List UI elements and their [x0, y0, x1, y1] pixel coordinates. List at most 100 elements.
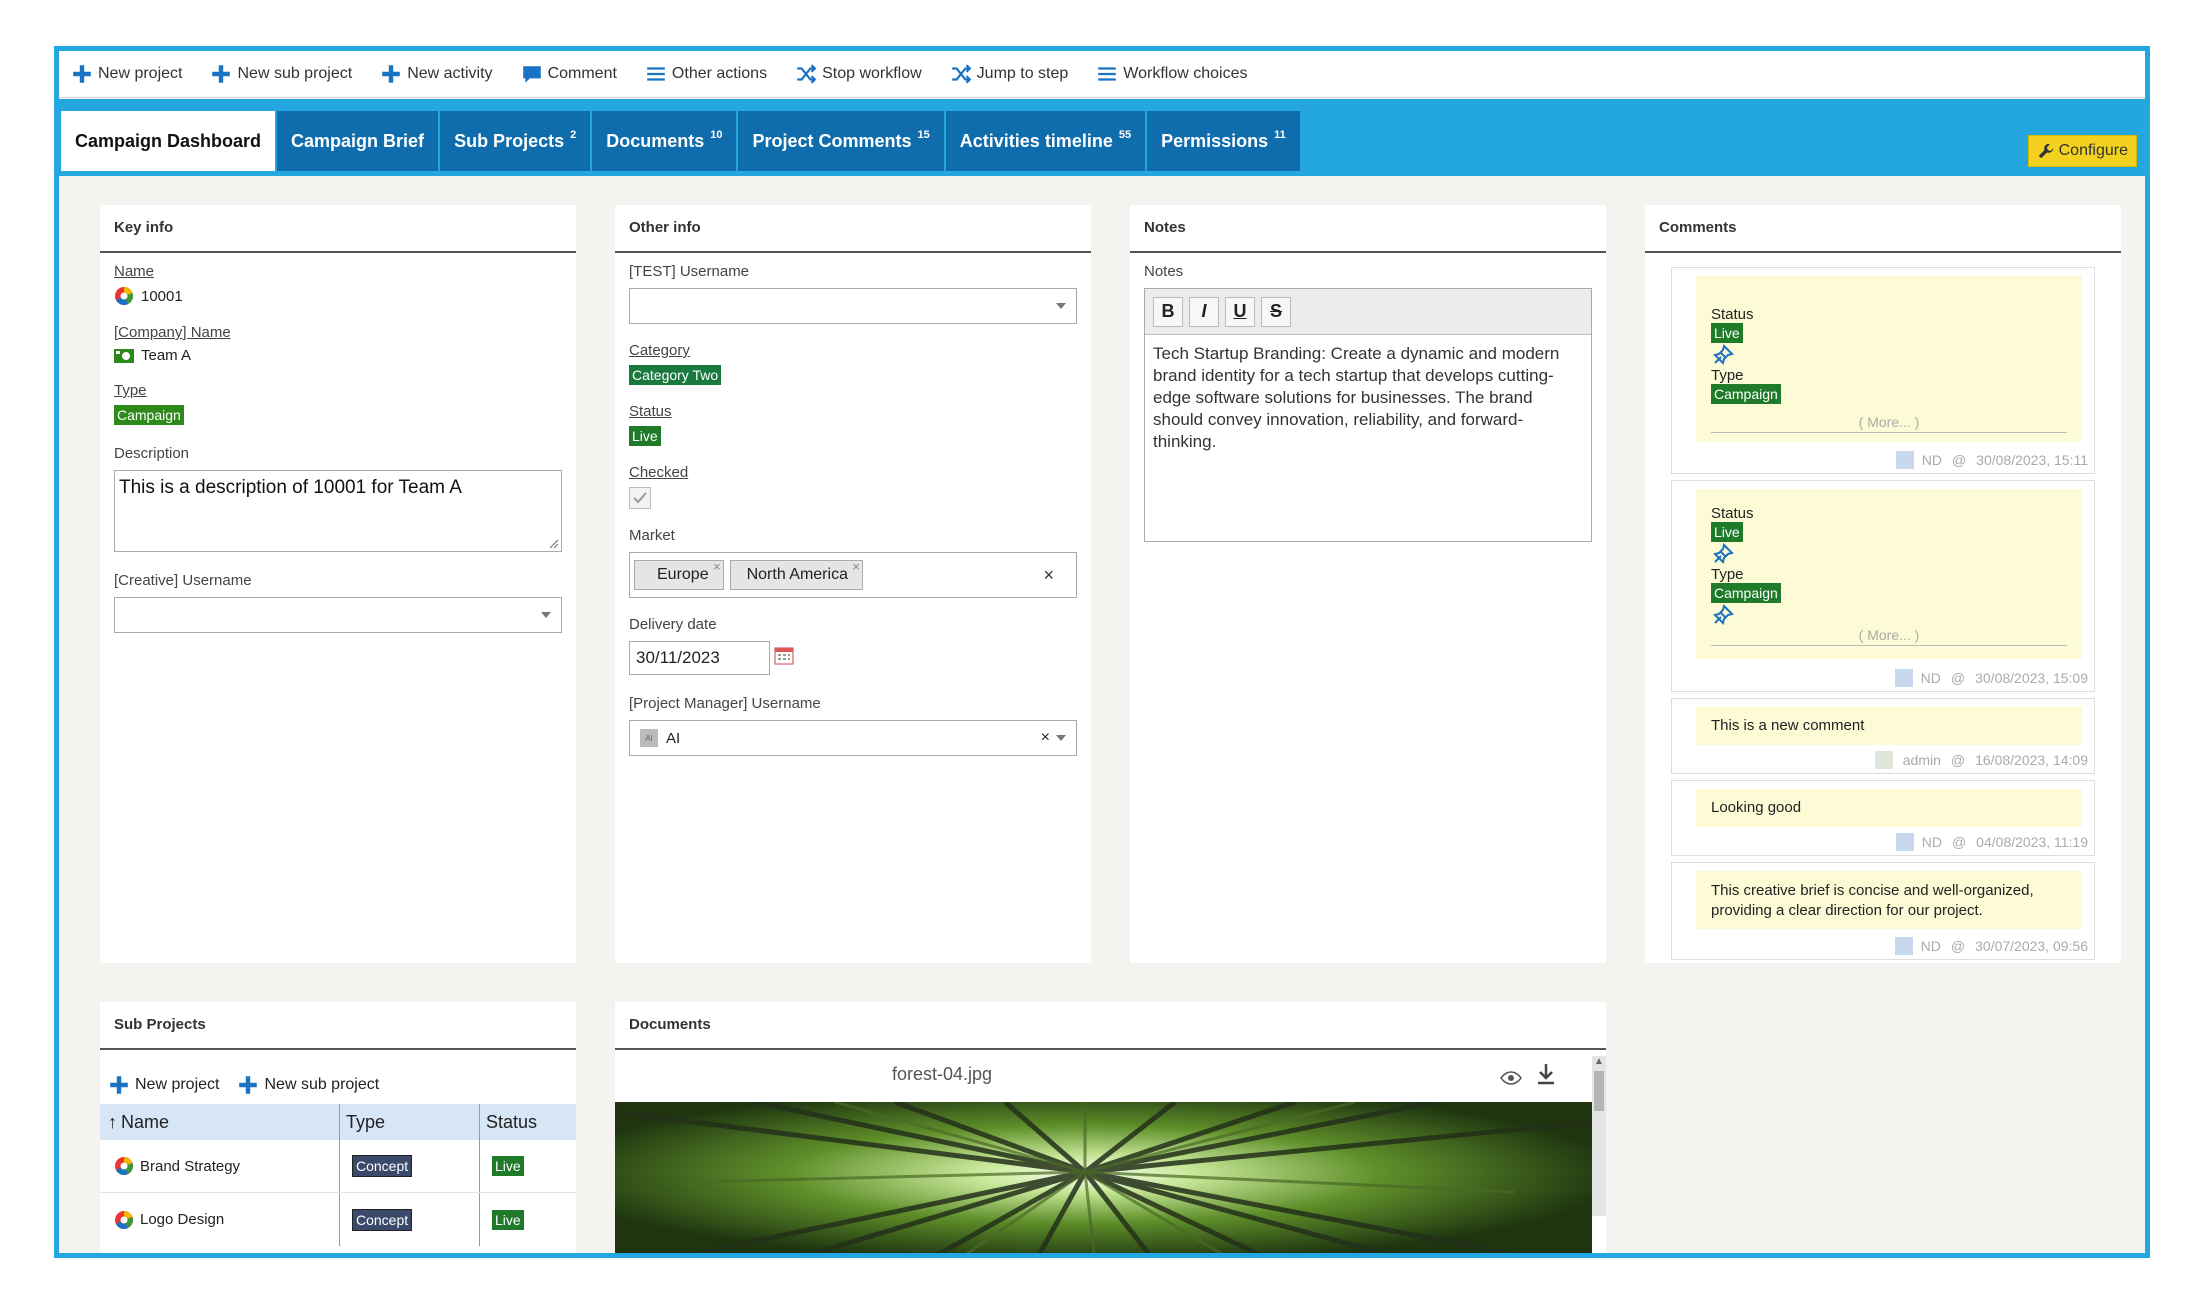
column-header-type[interactable]: Type [340, 1104, 480, 1140]
tab-documents[interactable]: Documents 10 [592, 111, 737, 171]
category-value: Category Two [629, 365, 1077, 385]
type-label[interactable]: Type [114, 382, 562, 399]
scroll-up-icon[interactable]: ▲ [1592, 1056, 1606, 1067]
more-link[interactable]: ( More... ) [1711, 627, 2067, 646]
stop-workflow-button[interactable]: Stop workflow [795, 63, 922, 85]
document-filename[interactable]: forest-04.jpg [892, 1064, 992, 1085]
pin-icon[interactable] [1711, 542, 1735, 566]
workflow-choices-label: Workflow choices [1123, 65, 1248, 82]
resize-handle-icon[interactable] [547, 537, 559, 549]
company-icon [114, 348, 134, 363]
delivery-date-input[interactable]: 30/11/2023 [629, 641, 770, 675]
checked-label[interactable]: Checked [629, 464, 1077, 481]
tab-campaign-dashboard[interactable]: Campaign Dashboard [61, 111, 276, 171]
table-row[interactable]: Logo Design Concept Live [100, 1193, 576, 1246]
avatar: AI [640, 729, 658, 747]
calendar-icon[interactable] [774, 645, 794, 665]
eye-icon[interactable] [1499, 1066, 1523, 1090]
market-multiselect[interactable]: Europe × North America × × [629, 552, 1077, 598]
clear-icon[interactable]: × [1041, 729, 1050, 747]
plus-icon [237, 1074, 259, 1096]
document-header: forest-04.jpg ▲ [615, 1050, 1606, 1216]
strikethrough-button[interactable]: S [1261, 296, 1291, 327]
document-preview-image [615, 1102, 1592, 1253]
company-label[interactable]: [Company] Name [114, 324, 562, 341]
table-header: ↑ Name Type Status [100, 1104, 576, 1140]
new-sub-project-button[interactable]: New sub project [210, 63, 352, 85]
name-value: 10001 [114, 286, 562, 306]
column-header-status[interactable]: Status [480, 1104, 576, 1140]
new-project-button[interactable]: New project [71, 63, 182, 85]
comment-status-label: Status [1711, 505, 1754, 522]
bold-button[interactable]: B [1153, 296, 1183, 327]
project-manager-select[interactable]: AI AI × [629, 720, 1077, 756]
comment-item: Looking good ND @04/08/2023, 11:19 [1671, 780, 2095, 856]
scrollbar-thumb[interactable] [1594, 1071, 1604, 1111]
tab-project-comments[interactable]: Project Comments 15 [738, 111, 944, 171]
tab-label: Project Comments [752, 130, 912, 151]
comment-bubble: Status Live Type Campaign ( More... ) [1696, 489, 2082, 659]
tab-sub-projects[interactable]: Sub Projects 2 [440, 111, 591, 171]
more-link[interactable]: ( More... ) [1711, 414, 2067, 433]
panel-title: Notes [1130, 205, 1606, 253]
test-username-select[interactable] [629, 288, 1077, 324]
new-sub-project-label: New sub project [237, 65, 353, 82]
comment-at: @ [1950, 752, 1966, 768]
configure-button[interactable]: Configure [2027, 135, 2137, 167]
tab-label: Activities timeline [959, 130, 1113, 151]
tab-count: 55 [1118, 129, 1132, 141]
tab-permissions[interactable]: Permissions 11 [1147, 111, 1300, 171]
project-aperture-icon [115, 1210, 133, 1229]
comment-at: @ [1950, 670, 1966, 686]
chip-remove-icon[interactable]: × [713, 559, 721, 574]
new-project-button[interactable]: New project [108, 1074, 219, 1096]
new-sub-project-button[interactable]: New sub project [237, 1074, 379, 1096]
status-label[interactable]: Status [629, 403, 1077, 420]
row-name[interactable]: Brand Strategy [140, 1158, 240, 1175]
panel-title: Other info [615, 205, 1091, 253]
table-row[interactable]: Brand Strategy Concept Live [100, 1140, 576, 1193]
type-badge: Campaign [1711, 583, 1781, 603]
download-icon[interactable] [1535, 1062, 1557, 1086]
comment-button[interactable]: Comment [521, 63, 617, 85]
pin-icon[interactable] [1711, 603, 1735, 627]
delivery-date-label: Delivery date [629, 616, 717, 633]
creative-username-label: [Creative] Username [114, 572, 252, 589]
pin-icon[interactable] [1711, 343, 1735, 367]
tab-activities-timeline[interactable]: Activities timeline 55 [945, 111, 1146, 171]
new-sub-project-label: New sub project [264, 1076, 380, 1093]
action-toolbar: New project New sub project New activity… [59, 51, 2145, 98]
name-label[interactable]: Name [114, 263, 562, 280]
other-actions-button[interactable]: Other actions [645, 63, 767, 85]
avatar [1894, 669, 1913, 687]
tab-campaign-brief[interactable]: Campaign Brief [277, 111, 439, 171]
description-textarea[interactable]: This is a description of 10001 for Team … [114, 470, 562, 552]
checked-checkbox[interactable] [629, 487, 651, 509]
avatar [1895, 833, 1914, 851]
tab-count: 10 [710, 129, 723, 141]
company-text: Team A [141, 347, 192, 364]
comment-item: This creative brief is concise and well-… [1671, 862, 2095, 960]
comment-type-label: Type [1711, 367, 1744, 384]
chip-remove-icon[interactable]: × [852, 559, 860, 574]
column-header-name[interactable]: ↑ Name [100, 1104, 340, 1140]
italic-button[interactable]: I [1189, 296, 1219, 327]
delivery-date-value: 30/11/2023 [636, 648, 720, 667]
new-activity-button[interactable]: New activity [380, 63, 493, 85]
category-label[interactable]: Category [629, 342, 1077, 359]
chevron-down-icon [541, 612, 551, 618]
project-manager-value: AI [666, 729, 681, 747]
menu-icon [645, 63, 667, 85]
workflow-choices-button[interactable]: Workflow choices [1096, 63, 1247, 85]
notes-text-area[interactable]: Tech Startup Branding: Create a dynamic … [1145, 335, 1591, 461]
jump-to-step-button[interactable]: Jump to step [950, 63, 1068, 85]
scrollbar[interactable]: ▲ [1592, 1056, 1606, 1216]
comment-at: @ [1951, 452, 1967, 468]
plus-icon [210, 63, 232, 85]
row-name[interactable]: Logo Design [140, 1211, 224, 1228]
underline-button[interactable]: U [1225, 296, 1255, 327]
type-badge: Concept [352, 1208, 413, 1231]
comment-item: Status Live Type Campaign ( More... ) ND… [1671, 480, 2095, 692]
creative-username-select[interactable] [114, 597, 562, 633]
clear-icon[interactable]: × [1043, 565, 1054, 586]
